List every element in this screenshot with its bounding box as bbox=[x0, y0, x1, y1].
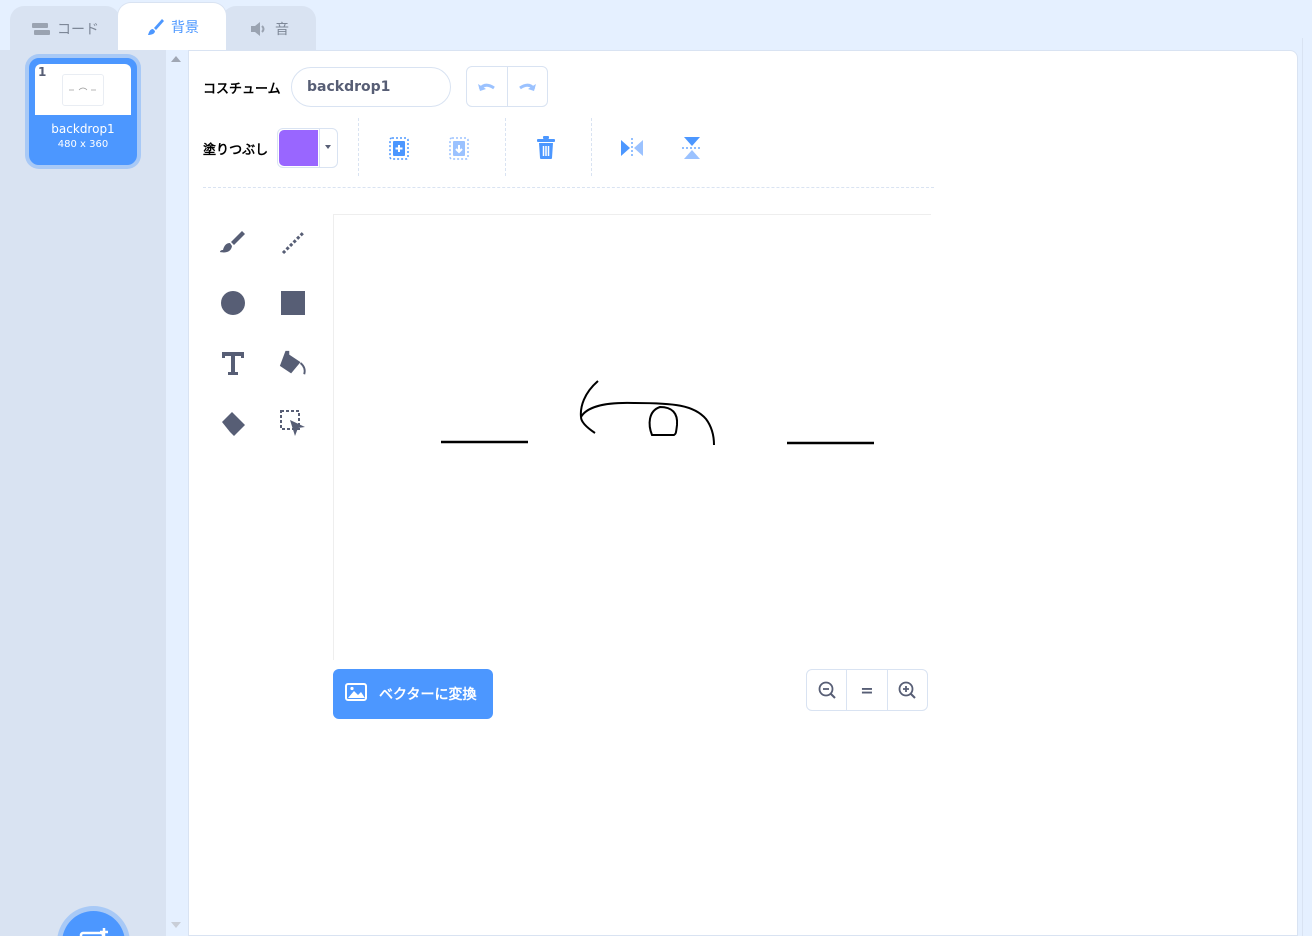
rectangle-icon bbox=[281, 291, 305, 315]
right-panel-edge bbox=[1302, 38, 1312, 936]
costume-list-scrollbar[interactable] bbox=[166, 50, 188, 936]
costume-list: 1 backdrop1 480 x 360 bbox=[0, 50, 166, 936]
convert-to-vector-label: ベクターに変換 bbox=[379, 687, 477, 703]
toolbar-separator bbox=[505, 118, 506, 176]
costume-name: backdrop1 bbox=[51, 122, 115, 136]
redo-icon bbox=[519, 83, 537, 91]
text-icon bbox=[222, 352, 244, 375]
flip-vertical-button[interactable] bbox=[677, 133, 707, 163]
fill-divider bbox=[319, 129, 320, 167]
trash-icon bbox=[537, 136, 555, 159]
zoom-reset-button[interactable]: = bbox=[847, 670, 888, 710]
zoom-controls: = bbox=[806, 669, 928, 711]
code-blocks-icon bbox=[31, 21, 51, 37]
arrow-curve-stroke bbox=[579, 380, 715, 446]
circle-tool-button[interactable] bbox=[218, 288, 248, 318]
line-tool-button[interactable] bbox=[278, 228, 308, 258]
thumbnail-preview bbox=[62, 73, 104, 106]
flip-horizontal-icon bbox=[621, 138, 643, 158]
undo-redo-group bbox=[466, 66, 548, 107]
costume-thumbnail bbox=[35, 64, 131, 115]
convert-to-vector-button[interactable]: ベクターに変換 bbox=[333, 669, 493, 719]
redo-button[interactable] bbox=[508, 67, 548, 106]
flip-horizontal-button[interactable] bbox=[617, 133, 647, 163]
editor-tabs: コード 背景 音 bbox=[0, 0, 1312, 50]
tab-code-label: コード bbox=[57, 21, 99, 38]
fill-color-picker[interactable] bbox=[277, 128, 338, 168]
costume-item[interactable]: 1 backdrop1 480 x 360 bbox=[29, 58, 137, 165]
image-icon bbox=[345, 683, 367, 705]
text-tool-button[interactable] bbox=[218, 348, 248, 378]
select-tool-button[interactable] bbox=[278, 408, 308, 438]
dropdown-arrow-icon bbox=[325, 145, 331, 149]
undo-icon bbox=[477, 83, 495, 91]
add-backdrop-button[interactable] bbox=[62, 911, 125, 936]
delete-button[interactable] bbox=[531, 133, 561, 163]
paint-bucket-icon bbox=[279, 350, 306, 375]
costume-label: コスチューム bbox=[203, 82, 281, 97]
brush-tool-button[interactable] bbox=[218, 228, 248, 258]
fill-label: 塗りつぶし bbox=[203, 143, 269, 158]
image-add-icon bbox=[79, 927, 109, 936]
rectangle-tool-button[interactable] bbox=[278, 288, 308, 318]
tab-sound-label: 音 bbox=[275, 21, 289, 38]
paste-button[interactable] bbox=[444, 133, 474, 163]
zoom-in-button[interactable] bbox=[888, 670, 927, 710]
fill-tool-button[interactable] bbox=[278, 348, 308, 378]
paint-canvas[interactable] bbox=[333, 214, 931, 660]
tab-backdrop-label: 背景 bbox=[171, 19, 199, 36]
zoom-reset-label: = bbox=[860, 680, 874, 700]
tab-backdrop[interactable]: 背景 bbox=[117, 2, 227, 50]
paintbrush-icon bbox=[145, 17, 165, 37]
costume-number: 1 bbox=[38, 65, 47, 79]
scroll-down-arrow-icon[interactable] bbox=[171, 922, 181, 928]
paste-icon bbox=[449, 137, 469, 160]
zoom-in-icon bbox=[898, 681, 917, 699]
toolbar-separator bbox=[358, 118, 359, 176]
eraser-icon bbox=[222, 412, 245, 436]
select-icon bbox=[280, 410, 305, 436]
undo-button[interactable] bbox=[467, 67, 508, 106]
scroll-up-arrow-icon[interactable] bbox=[171, 56, 181, 62]
drawing-strokes bbox=[441, 380, 874, 446]
line-icon bbox=[281, 231, 305, 255]
fill-color-swatch bbox=[279, 130, 318, 166]
copy-icon bbox=[389, 137, 409, 160]
zoom-out-button[interactable] bbox=[807, 670, 848, 710]
brush-icon bbox=[220, 231, 245, 253]
tab-code[interactable]: コード bbox=[10, 6, 120, 50]
copy-button[interactable] bbox=[384, 133, 414, 163]
speaker-icon bbox=[249, 21, 269, 37]
circle-icon bbox=[221, 291, 245, 315]
flip-vertical-icon bbox=[682, 137, 702, 159]
tab-sound[interactable]: 音 bbox=[222, 6, 316, 50]
costume-size: 480 x 360 bbox=[57, 139, 109, 150]
costume-name-input[interactable]: backdrop1 bbox=[291, 67, 451, 107]
small-loop-stroke bbox=[648, 405, 679, 436]
toolbar-divider bbox=[203, 187, 934, 188]
eraser-tool-button[interactable] bbox=[218, 408, 248, 438]
zoom-out-icon bbox=[818, 681, 836, 699]
toolbar-separator bbox=[591, 118, 592, 176]
